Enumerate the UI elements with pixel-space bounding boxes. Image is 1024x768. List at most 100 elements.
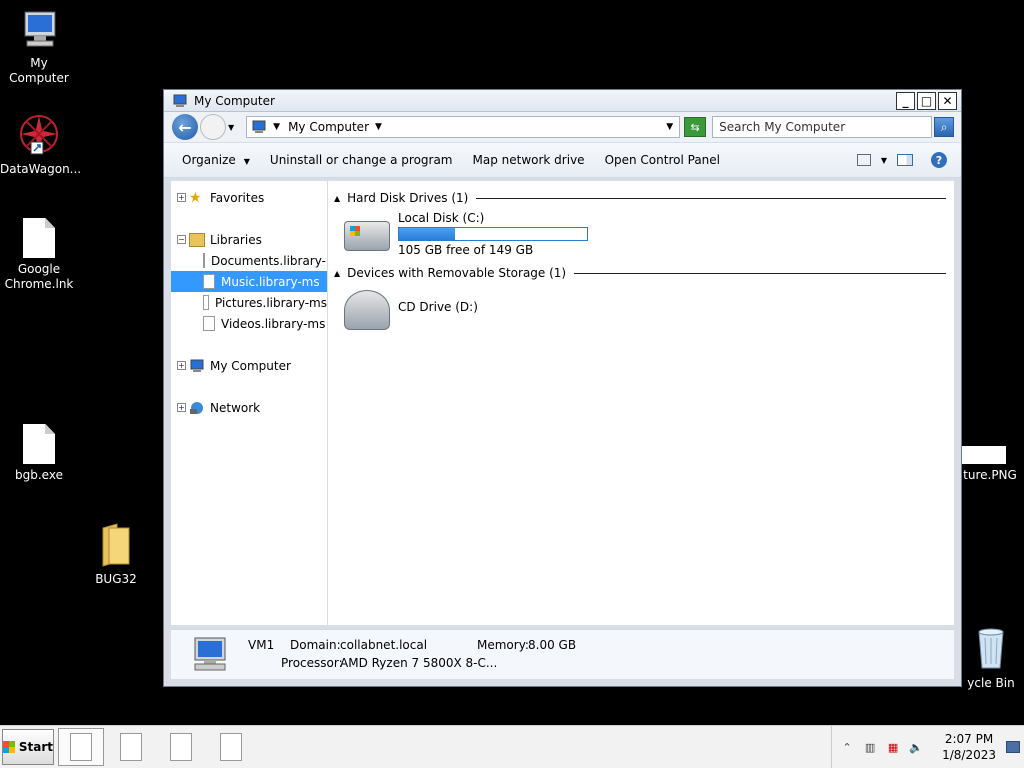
details-pane: VM1 Domain: collabnet.local Memory: 8.00… xyxy=(171,629,954,679)
uninstall-program-button[interactable]: Uninstall or change a program xyxy=(260,153,463,167)
system-tray: ⌃ ▥ ▦ 🔈 2:07 PM 1/8/2023 xyxy=(831,726,1024,768)
action-center-icon[interactable]: ▥ xyxy=(863,740,877,754)
computer-icon xyxy=(190,359,204,372)
search-input[interactable]: Search My Computer xyxy=(712,116,933,138)
desktop-icon-chrome[interactable]: Google Chrome.lnk xyxy=(0,218,78,292)
explorer-window[interactable]: My Computer _ □ ✕ ← ▼ ▼ My Computer ▼ ▼ … xyxy=(163,89,962,687)
expand-icon[interactable]: + xyxy=(177,361,186,370)
file-icon xyxy=(170,733,192,761)
folder-icon xyxy=(102,523,130,567)
search-icon[interactable]: ⌕ xyxy=(934,117,955,137)
view-options-icon[interactable] xyxy=(856,154,871,166)
domain-value: collabnet.local xyxy=(340,638,428,652)
minimize-button[interactable]: _ xyxy=(896,91,915,110)
desktop-icon-bgb[interactable]: bgb.exe xyxy=(0,424,78,483)
network-status-icon[interactable]: ▦ xyxy=(886,740,900,754)
file-icon xyxy=(23,424,55,464)
forward-button[interactable] xyxy=(200,114,226,140)
desktop-icon-recycle-bin[interactable]: ycle Bin xyxy=(958,626,1024,691)
start-button[interactable]: Start xyxy=(2,729,54,765)
image-thumbnail-icon xyxy=(962,446,1006,464)
desktop-icon-label: BUG32 xyxy=(95,572,137,586)
nav-label: Network xyxy=(210,400,261,415)
preview-pane-icon[interactable] xyxy=(897,154,913,166)
taskbar-button[interactable] xyxy=(208,728,254,766)
window-title: My Computer xyxy=(194,93,275,108)
chevron-down-icon[interactable]: ▼ xyxy=(881,156,887,165)
nav-item-videos[interactable]: Videos.library-ms xyxy=(171,313,327,334)
nav-label: Pictures.library-ms xyxy=(214,295,327,310)
address-dropdown-icon[interactable]: ▼ xyxy=(666,122,673,132)
nav-item-music[interactable]: Music.library-ms xyxy=(171,271,327,292)
close-button[interactable]: ✕ xyxy=(938,91,957,110)
nav-item-favorites[interactable]: + ★ Favorites xyxy=(171,187,327,208)
history-dropdown-icon[interactable]: ▼ xyxy=(228,123,234,132)
open-control-panel-button[interactable]: Open Control Panel xyxy=(595,153,730,167)
organize-menu[interactable]: Organize ▼ xyxy=(172,153,260,167)
nav-item-documents[interactable]: Documents.library-ms xyxy=(171,250,327,271)
nav-label: Music.library-ms xyxy=(221,274,320,289)
drive-item-local-disk-c[interactable]: Local Disk (C:) 105 GB free of 149 GB xyxy=(344,211,954,258)
star-icon: ★ xyxy=(189,189,202,206)
collapse-triangle-icon[interactable]: ▲ xyxy=(334,194,340,203)
desktop-icon-bug32[interactable]: BUG32 xyxy=(77,522,155,587)
start-label: Start xyxy=(18,740,53,754)
desktop-icon-label: bgb.exe xyxy=(15,468,63,482)
memory-label: Memory: xyxy=(477,638,529,652)
search-placeholder: Search My Computer xyxy=(719,120,846,134)
taskbar-button[interactable] xyxy=(58,728,104,766)
title-bar[interactable]: My Computer _ □ ✕ xyxy=(164,90,961,112)
back-button[interactable]: ← xyxy=(172,114,198,140)
nav-item-pictures[interactable]: Pictures.library-ms xyxy=(171,292,327,313)
show-hidden-icons-icon[interactable]: ⌃ xyxy=(840,740,854,754)
chevron-down-icon[interactable]: ▼ xyxy=(273,122,280,132)
drive-name: CD Drive (D:) xyxy=(398,300,478,314)
domain-label: Domain: xyxy=(290,638,341,652)
file-icon xyxy=(220,733,242,761)
nav-label: Videos.library-ms xyxy=(221,316,326,331)
group-title: Devices with Removable Storage (1) xyxy=(347,266,567,280)
navigation-pane: + ★ Favorites − Libraries Documents.libr… xyxy=(171,181,328,625)
file-icon xyxy=(120,733,142,761)
drive-item-cd-drive-d[interactable]: CD Drive (D:) xyxy=(344,286,954,330)
file-icon xyxy=(203,253,205,268)
nav-item-libraries[interactable]: − Libraries xyxy=(171,229,327,250)
clock-time: 2:07 PM xyxy=(944,732,994,746)
nav-label: Documents.library-ms xyxy=(211,253,327,268)
clock-date: 1/8/2023 xyxy=(942,748,996,762)
computer-icon xyxy=(24,11,56,47)
disk-usage-bar xyxy=(398,227,588,241)
collapse-triangle-icon[interactable]: ▲ xyxy=(334,269,340,278)
group-header-hard-disk-drives[interactable]: ▲ Hard Disk Drives (1) xyxy=(334,189,954,207)
address-field[interactable]: ▼ My Computer ▼ ▼ xyxy=(246,116,681,138)
refresh-button[interactable]: ⇆ xyxy=(684,117,707,137)
disk-usage-fill xyxy=(399,228,455,240)
nav-label: My Computer xyxy=(210,358,291,373)
nav-item-network[interactable]: + Network xyxy=(171,397,327,418)
desktop-icon-my-computer[interactable]: My Computer xyxy=(0,10,78,86)
expand-icon[interactable]: + xyxy=(177,403,186,412)
maximize-button[interactable]: □ xyxy=(917,91,936,110)
taskbar-button[interactable] xyxy=(158,728,204,766)
taskbar-button[interactable] xyxy=(108,728,154,766)
help-icon[interactable]: ? xyxy=(931,152,947,168)
collapse-icon[interactable]: − xyxy=(177,235,186,244)
nav-item-my-computer[interactable]: + My Computer xyxy=(171,355,327,376)
expand-icon[interactable]: + xyxy=(177,193,186,202)
chevron-down-icon[interactable]: ▼ xyxy=(375,122,382,132)
nav-label: Libraries xyxy=(210,232,262,247)
show-desktop-button[interactable] xyxy=(1006,741,1020,753)
cd-drive-icon xyxy=(344,290,390,330)
group-header-removable-storage[interactable]: ▲ Devices with Removable Storage (1) xyxy=(334,264,954,282)
volume-icon[interactable]: 🔈 xyxy=(909,740,923,754)
desktop-icon-label: ture.PNG xyxy=(963,468,1017,482)
map-network-drive-button[interactable]: Map network drive xyxy=(463,153,595,167)
computer-icon xyxy=(173,94,187,107)
clock[interactable]: 2:07 PM 1/8/2023 xyxy=(942,731,996,763)
desktop-icon-picture-png[interactable]: ture.PNG xyxy=(952,446,1024,483)
datawagon-icon xyxy=(20,115,58,155)
file-icon xyxy=(203,316,215,331)
memory-value: 8.00 GB xyxy=(528,638,577,652)
content-pane: ▲ Hard Disk Drives (1) Local Disk (C:) 1… xyxy=(328,181,954,625)
desktop-icon-datawagon[interactable]: DataWagon... xyxy=(0,112,81,177)
